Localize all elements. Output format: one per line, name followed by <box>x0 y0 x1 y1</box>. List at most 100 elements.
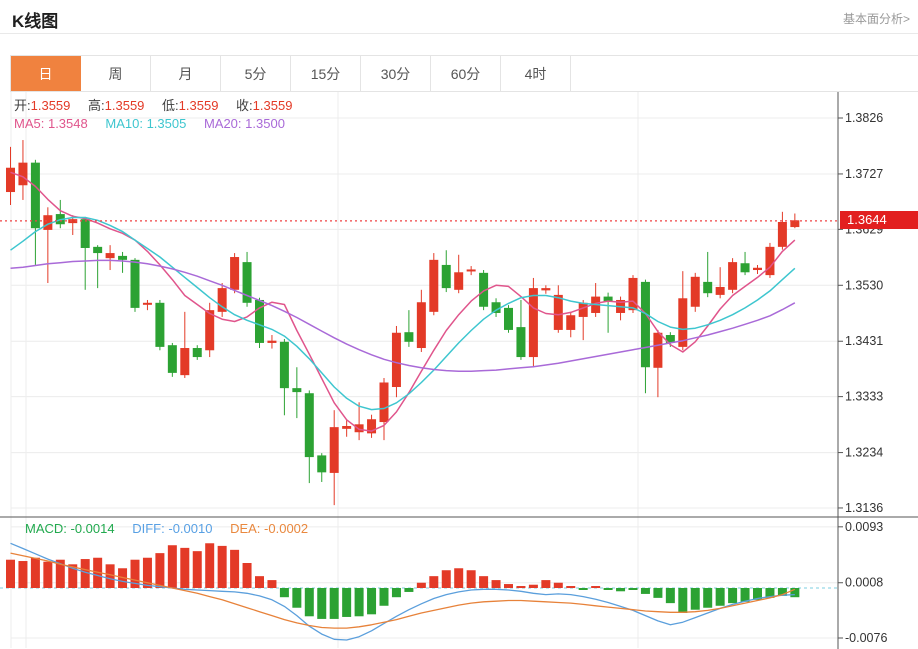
macd-bar-negative <box>604 588 613 590</box>
candle-up <box>629 278 638 310</box>
candle-up <box>180 348 189 375</box>
macd-bar-positive <box>554 583 563 588</box>
candle-down <box>703 282 712 293</box>
macd-bar-positive <box>566 586 575 588</box>
candle-up <box>554 295 563 330</box>
price-axis-label: 1.3431 <box>845 334 883 348</box>
macd-bar-negative <box>641 588 650 594</box>
macd-bar-positive <box>504 584 513 588</box>
macd-bar-positive <box>429 576 438 588</box>
macd-bar-positive <box>492 580 501 588</box>
candle-up <box>765 247 774 275</box>
open-label: 开: <box>14 98 31 113</box>
candle-down <box>404 332 413 342</box>
high-label: 高: <box>88 98 105 113</box>
candle-down <box>81 219 90 248</box>
macd-bar-negative <box>666 588 675 603</box>
candle-up <box>380 382 389 422</box>
macd-bar-negative <box>355 588 364 616</box>
candle-up <box>392 333 401 387</box>
candle-up <box>143 303 152 305</box>
candle-up <box>778 222 787 247</box>
candle-up <box>467 269 476 271</box>
high-value: 1.3559 <box>105 98 145 113</box>
macd-bar-positive <box>479 576 488 588</box>
macd-bar-negative <box>305 588 314 616</box>
candle-down <box>93 247 102 253</box>
price-axis-label: 1.3234 <box>845 446 883 460</box>
candle-down <box>280 342 289 388</box>
macd-bar-negative <box>292 588 301 608</box>
price-axis-label: 1.3136 <box>845 501 883 515</box>
macd-bar-negative <box>691 588 700 610</box>
macd-bar-negative <box>616 588 625 591</box>
macd-bar-positive <box>467 570 476 588</box>
ma20-line <box>11 260 795 371</box>
macd-bar-positive <box>243 563 252 588</box>
candle-up <box>541 288 550 290</box>
candle-up <box>653 333 662 368</box>
current-price-badge: 1.3644 <box>840 211 918 229</box>
candle-up <box>18 163 27 186</box>
ohlc-legend: 开:1.3559 高:1.3559 低:1.3559 收:1.3559 <box>14 95 292 114</box>
price-axis-label: 1.3826 <box>845 111 883 125</box>
macd-bar-negative <box>716 588 725 606</box>
price-axis-label: 1.3530 <box>845 278 883 292</box>
diff-line <box>11 543 795 640</box>
candle-down <box>641 282 650 367</box>
candle-up <box>342 426 351 429</box>
macd-bar-positive <box>529 585 538 588</box>
close-label: 收: <box>236 98 253 113</box>
open-value: 1.3559 <box>31 98 71 113</box>
macd-bar-positive <box>230 550 239 588</box>
candle-down <box>118 256 127 260</box>
macd-axis-label: 0.0008 <box>845 576 883 590</box>
macd-bar-negative <box>342 588 351 617</box>
macd-bar-positive <box>168 545 177 588</box>
candle-up <box>417 302 426 348</box>
candle-up <box>579 303 588 317</box>
dea-line <box>11 553 795 628</box>
macd-bar-positive <box>267 580 276 588</box>
candle-up <box>691 277 700 307</box>
close-value: 1.3559 <box>253 98 293 113</box>
candle-down <box>168 345 177 373</box>
macd-bar-positive <box>180 548 189 588</box>
candle-up <box>355 424 364 432</box>
price-axis-label: 1.3333 <box>845 390 883 404</box>
low-value: 1.3559 <box>179 98 219 113</box>
ma10-label: MA10: 1.3505 <box>105 116 186 131</box>
macd-bar-positive <box>106 564 115 588</box>
macd-axis-label: 0.0093 <box>845 520 883 534</box>
macd-bar-positive <box>541 580 550 588</box>
macd-bar-negative <box>678 588 687 613</box>
kline-page: { "header": { "title": "K线图", "link": "基… <box>0 0 918 649</box>
diff-value: DIFF: -0.0010 <box>132 521 212 536</box>
candle-up <box>330 427 339 473</box>
macd-bar-negative <box>404 588 413 592</box>
candle-down <box>504 308 513 330</box>
low-label: 低: <box>162 98 179 113</box>
macd-bar-negative <box>653 588 662 598</box>
macd-bar-negative <box>629 588 638 590</box>
macd-bar-positive <box>417 583 426 588</box>
macd-bar-negative <box>280 588 289 597</box>
price-axis-label: 1.3727 <box>845 167 883 181</box>
macd-bar-positive <box>31 558 40 588</box>
candle-down <box>516 327 525 357</box>
candle-down <box>741 263 750 272</box>
macd-bar-positive <box>6 560 15 588</box>
candle-up <box>230 257 239 290</box>
candle-down <box>131 260 140 308</box>
candle-down <box>492 302 501 313</box>
candle-down <box>317 455 326 472</box>
candle-down <box>193 348 202 357</box>
macd-bar-positive <box>591 586 600 588</box>
candle-up <box>716 287 725 295</box>
macd-bar-negative <box>367 588 376 614</box>
candle-down <box>442 265 451 288</box>
macd-bar-negative <box>728 588 737 603</box>
macd-bar-negative <box>741 588 750 602</box>
candle-up <box>753 268 762 270</box>
macd-bar-negative <box>317 588 326 619</box>
